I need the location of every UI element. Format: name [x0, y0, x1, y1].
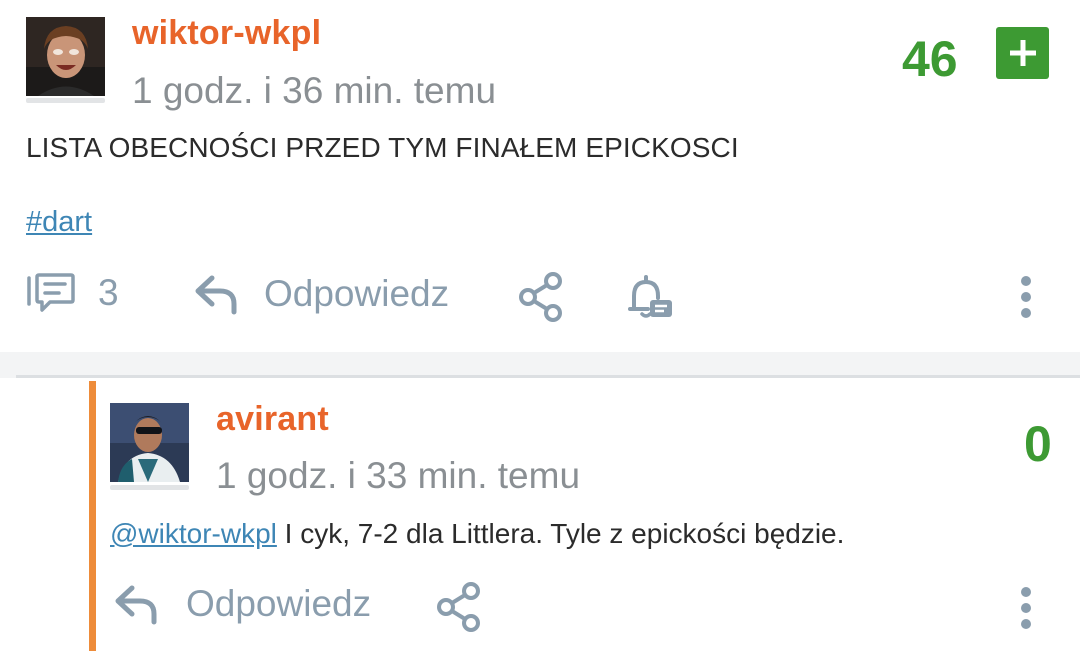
reply-reply-button[interactable]: Odpowiedz [114, 582, 371, 626]
avatar-photo [26, 17, 105, 96]
more-vertical-icon [1021, 276, 1031, 318]
comments-button[interactable]: 3 [26, 272, 119, 314]
author-avatar[interactable] [26, 17, 105, 96]
reply-timestamp[interactable]: 1 godz. i 33 min. temu [216, 455, 580, 497]
reply-arrow-icon [195, 275, 237, 315]
vote-count: 46 [902, 31, 958, 87]
reply-author-avatar[interactable] [110, 403, 189, 482]
notify-button[interactable] [626, 272, 674, 322]
plus-icon [1009, 40, 1036, 66]
reply-vote-count: 0 [1024, 416, 1052, 472]
more-vertical-icon [1021, 587, 1031, 629]
entry-body: LISTA OBECNOŚCI PRZED TYM FINAŁEM EPICKO… [26, 132, 739, 163]
reply-label: Odpowiedz [186, 583, 372, 624]
reply-more-button[interactable] [1014, 585, 1038, 631]
avatar-status-bar [26, 98, 105, 103]
avatar-status-bar [110, 485, 189, 490]
comments-icon [27, 273, 75, 312]
share-icon [519, 272, 562, 322]
reply-indent-bar [89, 381, 96, 651]
reply-body: @wiktor-wkpl I cyk, 7-2 dla Littlera. Ty… [110, 518, 844, 550]
reply-share-button[interactable] [436, 582, 484, 632]
reply-label: Odpowiedz [264, 273, 450, 314]
divider [16, 375, 1080, 378]
upvote-button[interactable] [996, 27, 1049, 79]
bell-icon [628, 275, 672, 318]
mention-link[interactable]: @wiktor-wkpl [110, 518, 277, 549]
share-button[interactable] [518, 272, 566, 322]
reply-author-username[interactable]: avirant [216, 400, 329, 439]
reply-button[interactable]: Odpowiedz [194, 272, 449, 316]
reply-arrow-icon [115, 585, 157, 625]
entry-timestamp[interactable]: 1 godz. i 36 min. temu [132, 70, 496, 112]
share-icon [437, 582, 480, 632]
author-username[interactable]: wiktor-wkpl [132, 14, 321, 53]
tag-link[interactable]: #dart [26, 206, 92, 239]
entry-more-button[interactable] [1014, 274, 1038, 320]
entry-card: wiktor-wkpl 1 godz. i 36 min. temu 46 LI… [0, 0, 1080, 352]
reply-body-text: I cyk, 7-2 dla Littlera. Tyle z epickośc… [276, 518, 845, 549]
avatar-photo [110, 403, 189, 482]
comments-count: 3 [98, 272, 119, 313]
